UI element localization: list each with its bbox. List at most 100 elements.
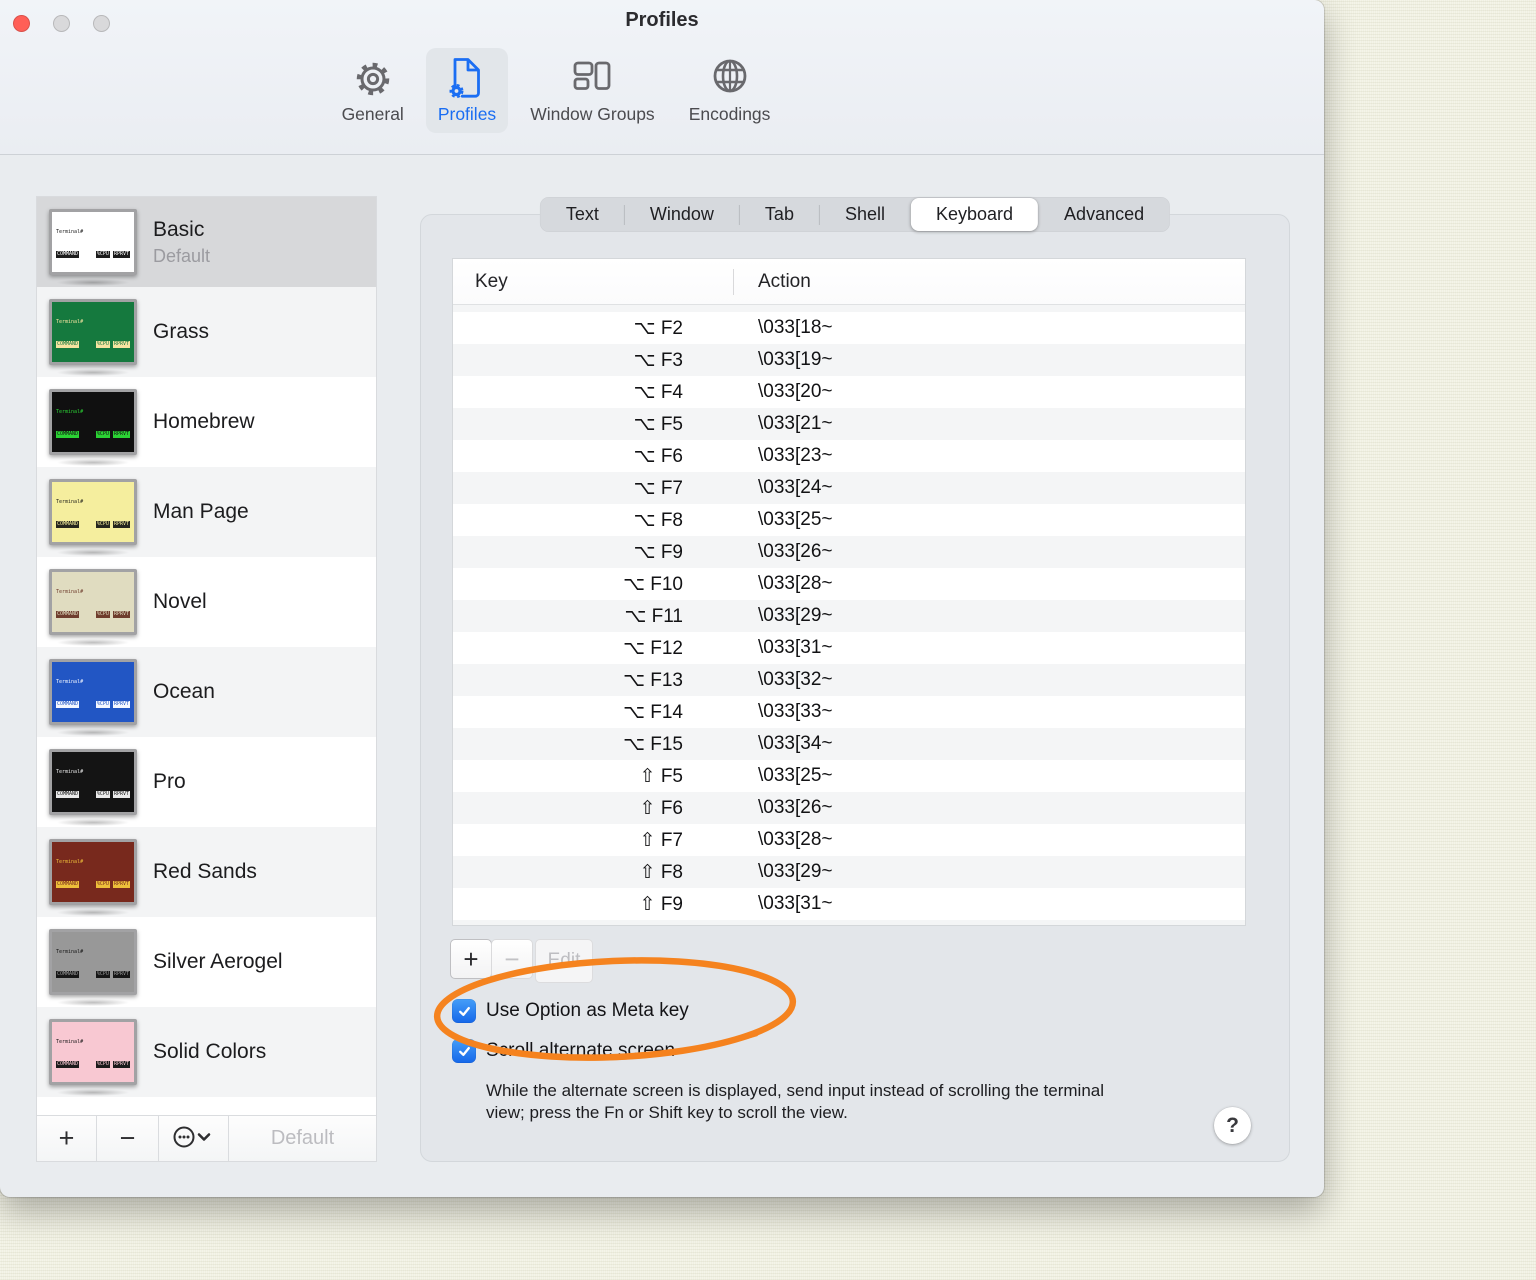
keyboard-shortcut-table: Key Action ⌥ F2 \033[18~ ⌥ F3 \033[19~ ⌥… <box>452 258 1246 926</box>
tab-keyboard[interactable]: Keyboard <box>910 198 1039 231</box>
profile-list-item-ocean[interactable]: Terminal# COMMAND%CPURPRVT top 4.1% 231K… <box>37 647 376 737</box>
toolbar-item-profiles[interactable]: Profiles <box>425 48 509 133</box>
window-groups-icon <box>568 53 616 103</box>
action-cell: \033[21~ <box>758 413 833 434</box>
profile-list-item-red-sands[interactable]: Terminal# COMMAND%CPURPRVT top 4.1% 231K… <box>37 827 376 917</box>
table-row[interactable]: ⌥ F14 \033[33~ <box>453 696 1245 728</box>
remove-profile-button[interactable]: − <box>97 1116 159 1161</box>
key-cell: ⇧ F9 <box>639 893 683 915</box>
key-cell: ⇧ F8 <box>639 861 683 883</box>
table-row[interactable]: ⌥ F6 \033[23~ <box>453 440 1245 472</box>
scroll-alternate-screen-checkbox[interactable] <box>452 1039 476 1063</box>
action-cell: \033[28~ <box>758 829 833 850</box>
tab-advanced[interactable]: Advanced <box>1039 198 1169 231</box>
circle-ellipsis-chevron-icon <box>171 1124 217 1153</box>
globe-icon <box>706 53 754 103</box>
key-cell: ⌥ F6 <box>633 445 683 467</box>
profile-list-item-solid-colors[interactable]: Terminal# COMMAND%CPURPRVT top 4.1% 231K… <box>37 1007 376 1097</box>
edit-shortcut-button[interactable]: Edit <box>535 939 593 983</box>
remove-shortcut-button[interactable]: − <box>491 939 533 979</box>
table-row[interactable]: ⌥ F12 \033[31~ <box>453 632 1245 664</box>
profile-thumbnail: Terminal# COMMAND%CPURPRVT top 4.1% 231K… <box>49 569 141 646</box>
titlebar: Profiles General Profiles Window Groups … <box>0 0 1324 155</box>
table-row[interactable]: ⌥ F4 \033[20~ <box>453 376 1245 408</box>
action-cell: \033[31~ <box>758 893 833 914</box>
action-cell: \033[33~ <box>758 701 833 722</box>
table-row[interactable]: ⌥ F10 \033[28~ <box>453 568 1245 600</box>
help-button[interactable]: ? <box>1214 1107 1251 1144</box>
profile-document-icon <box>443 53 491 103</box>
toolbar-item-encodings[interactable]: Encodings <box>677 48 783 133</box>
column-header-action[interactable]: Action <box>734 271 811 293</box>
toolbar-item-label: Encodings <box>688 104 771 124</box>
profile-sidebar: Terminal# COMMAND%CPURPRVT top 4.1% 231K… <box>36 196 377 1162</box>
key-cell: ⌥ F11 <box>624 605 683 627</box>
window-title: Profiles <box>625 9 699 31</box>
profile-thumbnail: Terminal# COMMAND%CPURPRVT top 4.1% 231K… <box>49 389 141 466</box>
profile-thumbnail: Terminal# COMMAND%CPURPRVT top 4.1% 231K… <box>49 209 141 286</box>
toolbar-item-general[interactable]: General <box>330 48 416 133</box>
profile-name: Ocean <box>153 680 215 703</box>
profile-list-item-man-page[interactable]: Terminal# COMMAND%CPURPRVT top 4.1% 231K… <box>37 467 376 557</box>
set-default-button[interactable]: Default <box>229 1116 376 1161</box>
action-cell: \033[26~ <box>758 541 833 562</box>
add-shortcut-button[interactable]: + <box>450 939 492 979</box>
shortcut-edit-bar: + − Edit <box>450 939 593 983</box>
key-cell: ⌥ F2 <box>633 317 683 339</box>
add-profile-button[interactable]: + <box>37 1116 97 1161</box>
action-cell: \033[25~ <box>758 509 833 530</box>
toolbar-item-label: Window Groups <box>530 104 655 124</box>
table-row[interactable]: ⇧ F9 \033[31~ <box>453 888 1245 920</box>
table-row[interactable]: ⇧ F6 \033[26~ <box>453 792 1245 824</box>
profile-list-item-novel[interactable]: Terminal# COMMAND%CPURPRVT top 4.1% 231K… <box>37 557 376 647</box>
key-cell: ⌥ F15 <box>623 733 683 755</box>
action-cell: \033[25~ <box>758 765 833 786</box>
profile-name: Red Sands <box>153 860 257 883</box>
table-row[interactable]: ⌥ F13 \033[32~ <box>453 664 1245 696</box>
table-row[interactable]: ⌥ F7 \033[24~ <box>453 472 1245 504</box>
tab-tab[interactable]: Tab <box>740 198 819 231</box>
column-header-key[interactable]: Key <box>453 271 733 293</box>
table-row[interactable]: ⌥ F3 \033[19~ <box>453 344 1245 376</box>
profile-name: Silver Aerogel <box>153 950 283 973</box>
use-option-as-meta-checkbox[interactable] <box>452 999 476 1023</box>
profile-name: Grass <box>153 320 210 343</box>
table-row[interactable]: ⌥ F5 \033[21~ <box>453 408 1245 440</box>
profile-list-item-pro[interactable]: Terminal# COMMAND%CPURPRVT top 4.1% 231K… <box>37 737 376 827</box>
table-row[interactable]: ⌥ F9 \033[26~ <box>453 536 1245 568</box>
key-cell: ⌥ F10 <box>623 573 683 595</box>
key-cell: ⇧ F7 <box>639 829 683 851</box>
scroll-alternate-help-text: While the alternate screen is displayed,… <box>486 1081 1105 1122</box>
desktop: Profiles General Profiles Window Groups … <box>0 0 1536 1280</box>
table-bottom-stripe <box>453 920 1245 925</box>
tab-window[interactable]: Window <box>625 198 739 231</box>
table-row[interactable]: ⌥ F11 \033[29~ <box>453 600 1245 632</box>
checkbox-label: Scroll alternate screen <box>486 1040 676 1061</box>
toolbar-item-label: Profiles <box>437 104 497 124</box>
option-row-use-option-as-meta: Use Option as Meta key <box>452 998 689 1024</box>
action-cell: \033[26~ <box>758 797 833 818</box>
profile-name: Man Page <box>153 500 249 523</box>
key-cell: ⌥ F13 <box>623 669 683 691</box>
table-row[interactable]: ⌥ F2 \033[18~ <box>453 312 1245 344</box>
toolbar-item-window-groups[interactable]: Window Groups <box>518 48 667 133</box>
profile-list-item-homebrew[interactable]: Terminal# COMMAND%CPURPRVT top 4.1% 231K… <box>37 377 376 467</box>
table-row[interactable]: ⇧ F8 \033[29~ <box>453 856 1245 888</box>
tab-shell[interactable]: Shell <box>820 198 910 231</box>
more-options-button[interactable] <box>159 1116 229 1161</box>
key-cell: ⇧ F6 <box>639 797 683 819</box>
profile-list-item-basic[interactable]: Terminal# COMMAND%CPURPRVT top 4.1% 231K… <box>37 197 376 287</box>
checkmark-icon <box>458 1006 470 1016</box>
table-row[interactable]: ⇧ F5 \033[25~ <box>453 760 1245 792</box>
tab-text[interactable]: Text <box>541 198 624 231</box>
action-cell: \033[32~ <box>758 669 833 690</box>
table-row[interactable]: ⇧ F7 \033[28~ <box>453 824 1245 856</box>
key-cell: ⌥ F8 <box>633 509 683 531</box>
action-cell: \033[28~ <box>758 573 833 594</box>
table-row[interactable]: ⌥ F8 \033[25~ <box>453 504 1245 536</box>
profile-list-item-grass[interactable]: Terminal# COMMAND%CPURPRVT top 4.1% 231K… <box>37 287 376 377</box>
preferences-window: Profiles General Profiles Window Groups … <box>0 0 1324 1197</box>
profile-thumbnail: Terminal# COMMAND%CPURPRVT top 4.1% 231K… <box>49 1019 141 1096</box>
table-row[interactable]: ⌥ F15 \033[34~ <box>453 728 1245 760</box>
profile-list-item-silver-aerogel[interactable]: Terminal# COMMAND%CPURPRVT top 4.1% 231K… <box>37 917 376 1007</box>
